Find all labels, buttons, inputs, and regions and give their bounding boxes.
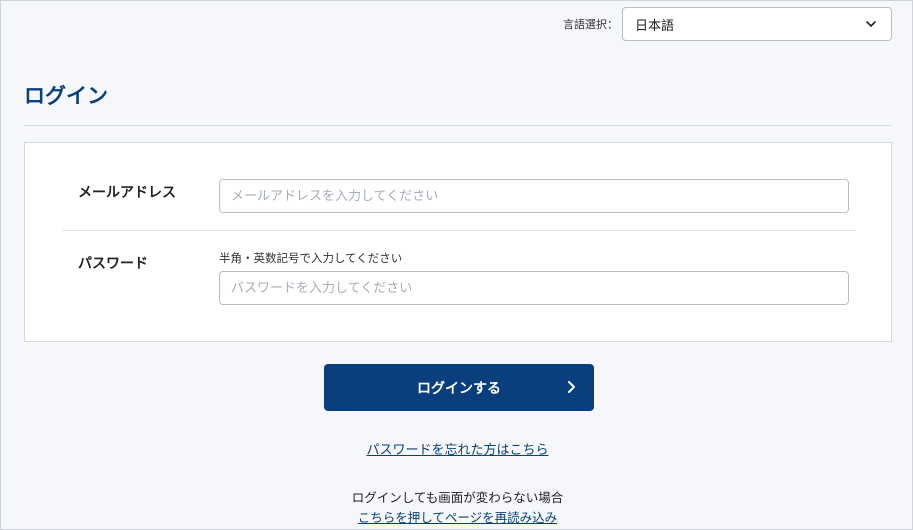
chevron-right-icon [568,381,575,393]
password-row: パスワード 半角・英数記号で入力してください [62,232,856,342]
language-dropdown[interactable]: 日本語 [622,7,892,41]
language-label: 言語選択： [563,18,618,31]
forgot-password: パスワードを忘れた方はこちら [1,439,913,458]
password-label: パスワード [78,256,148,272]
language-selector: 言語選択： 日本語 [563,7,892,41]
reload: こちらを押してページを再読み込み [1,507,913,526]
email-row: メールアドレス [62,143,856,231]
forgot-password-link[interactable]: パスワードを忘れた方はこちら [366,443,548,458]
login-button[interactable]: ログインする [324,364,594,411]
language-selected-value: 日本語 [635,18,675,34]
reload-link[interactable]: こちらを押してページを再読み込み [358,510,557,525]
password-field[interactable] [219,271,849,305]
page-title: ログイン [24,84,108,108]
chevron-down-icon [866,21,876,27]
password-hint: 半角・英数記号で入力してください [219,251,403,265]
login-button-label: ログインする [417,380,501,397]
email-label: メールアドレス [78,185,176,201]
title-divider [24,125,892,126]
email-field[interactable] [219,179,849,213]
reload-note: ログインしても画面が変わらない場合 [351,490,564,505]
login-form: メールアドレス パスワード 半角・英数記号で入力してください [24,142,892,342]
